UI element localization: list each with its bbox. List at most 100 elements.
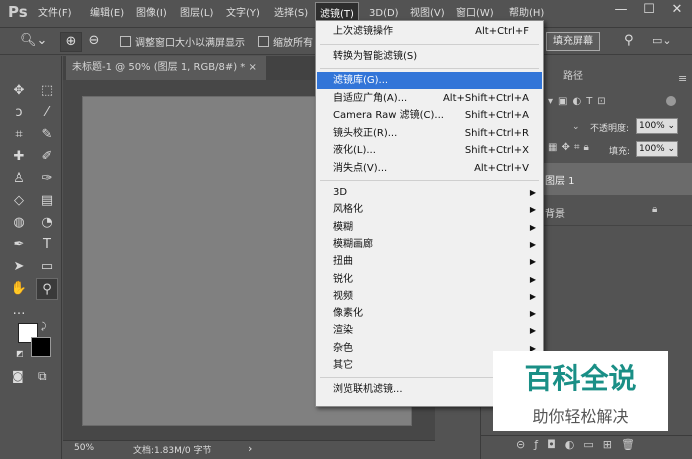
- lock-icon: 🔒︎: [652, 204, 658, 215]
- background-color-swatch[interactable]: [31, 337, 51, 357]
- document-tab-title: 未标题-1 @ 50% (图层 1, RGB/8#) *: [72, 62, 246, 73]
- blur-tool-icon[interactable]: ◍: [8, 212, 30, 234]
- lasso-tool-icon[interactable]: ↄ: [8, 102, 30, 124]
- quick-mask-icon[interactable]: ◙: [12, 369, 24, 383]
- path-select-icon[interactable]: ➤: [8, 256, 30, 278]
- tab-paths[interactable]: 路径: [563, 66, 583, 88]
- filter-submenu-item[interactable]: 模糊 ▶: [317, 219, 542, 236]
- minimize-button[interactable]: —: [608, 0, 634, 22]
- close-tab-icon[interactable]: ×: [248, 62, 256, 73]
- watermark: 百科全说 助你轻松解决: [493, 351, 668, 431]
- default-colors-icon[interactable]: ◩: [16, 349, 24, 358]
- menu-item-label: 消失点(V)...: [333, 162, 388, 174]
- document-tab[interactable]: 未标题-1 @ 50% (图层 1, RGB/8#) * ×: [66, 56, 266, 80]
- zoom-level[interactable]: 50%: [74, 443, 94, 453]
- filter-submenu-item[interactable]: 风格化 ▶: [317, 201, 542, 218]
- menu-2[interactable]: 图像(I): [132, 0, 171, 28]
- menu-item-shortcut: Alt+Ctrl+F: [475, 26, 529, 37]
- filter-submenu-item[interactable]: 渲染 ▶: [317, 322, 542, 339]
- move-tool-icon[interactable]: ✥: [8, 80, 30, 102]
- menu-item-shortcut: Shift+Ctrl+A: [464, 110, 529, 121]
- blend-mode-chevron-icon[interactable]: ⌄: [572, 122, 580, 132]
- submenu-arrow-icon: ▶: [529, 291, 536, 301]
- menu-4[interactable]: 文字(Y): [222, 0, 264, 28]
- filter-toggle-icon[interactable]: [666, 96, 676, 106]
- brush-tool-icon[interactable]: ✐: [36, 146, 58, 168]
- crop-tool-icon[interactable]: ⌗: [8, 124, 30, 146]
- filter-submenu-item[interactable]: 扭曲 ▶: [317, 253, 542, 270]
- menu-item-label: 3D: [333, 187, 348, 198]
- menu-item-label: 上次滤镜操作: [333, 26, 393, 37]
- filter-submenu-item[interactable]: 像素化 ▶: [317, 305, 542, 322]
- filter-menu-item[interactable]: 自适应广角(A)... Alt+Shift+Ctrl+A: [317, 90, 542, 107]
- fill-field[interactable]: 100% ⌄: [636, 141, 678, 157]
- more-tools-icon[interactable]: …: [8, 300, 30, 322]
- panel-menu-icon[interactable]: ≡: [678, 72, 687, 85]
- magic-wand-icon[interactable]: ⁄: [36, 102, 58, 124]
- filter-menu-item[interactable]: 液化(L)... Shift+Ctrl+X: [317, 142, 542, 159]
- history-brush-icon[interactable]: ✑: [36, 168, 58, 190]
- maximize-button[interactable]: ☐: [636, 0, 662, 22]
- filter-menu-item[interactable]: 消失点(V)... Alt+Ctrl+V: [317, 160, 542, 177]
- layer-filter-icons[interactable]: ▾▣◐T⊡: [548, 96, 611, 107]
- search-icon[interactable]: ⚲: [624, 33, 634, 48]
- status-arrow-icon[interactable]: ›: [248, 442, 252, 455]
- screen-mode-icon[interactable]: ⧉: [38, 369, 47, 384]
- resize-windows-checkbox[interactable]: [120, 36, 131, 47]
- filter-menu-item[interactable]: 镜头校正(R)... Shift+Ctrl+R: [317, 125, 542, 142]
- opacity-value: 100%: [639, 121, 665, 131]
- zoom-tool-icon[interactable]: 🔍︎⌄: [20, 33, 47, 48]
- menu-item-shortcut: Alt+Ctrl+V: [474, 162, 529, 174]
- menu-item-label: 模糊: [333, 221, 353, 233]
- filter-menu-item[interactable]: 滤镜库(G)...: [317, 72, 542, 89]
- close-button[interactable]: ✕: [664, 0, 690, 22]
- menu-1[interactable]: 编辑(E): [86, 0, 128, 28]
- menu-separator: [320, 68, 539, 69]
- filter-submenu-item[interactable]: 3D ▶: [317, 184, 542, 201]
- gradient-tool-icon[interactable]: ▤: [36, 190, 58, 212]
- workspace-icon[interactable]: ▭⌄: [652, 34, 672, 47]
- filter-menu-item[interactable]: Camera Raw 滤镜(C)... Shift+Ctrl+A: [317, 107, 542, 124]
- filter-menu-item[interactable]: 上次滤镜操作 Alt+Ctrl+F: [317, 23, 542, 40]
- panel-footer-divider: [481, 435, 692, 436]
- menu-separator: [320, 180, 539, 181]
- eraser-tool-icon[interactable]: ◇: [8, 190, 30, 212]
- lock-icons[interactable]: ▦✥⌗🔒︎: [548, 142, 593, 153]
- hand-tool-icon[interactable]: ✋: [8, 278, 30, 300]
- menu-0[interactable]: 文件(F): [34, 0, 76, 28]
- zoom-in-icon[interactable]: ⊕: [60, 32, 82, 52]
- fill-screen-button[interactable]: 填充屏幕: [546, 32, 600, 51]
- menu-item-label: 液化(L)...: [333, 145, 376, 156]
- zoom-all-checkbox[interactable]: [258, 36, 269, 47]
- layer-footer-icons[interactable]: ⊝ƒ◘◐▭⊞🗑︎: [516, 438, 644, 451]
- filter-submenu-item[interactable]: 模糊画廊 ▶: [317, 236, 542, 253]
- opacity-field[interactable]: 100% ⌄: [636, 118, 678, 134]
- menu-item-label: 杂色: [333, 342, 353, 354]
- menu-item-label: 其它: [333, 360, 353, 371]
- healing-brush-icon[interactable]: ✚: [8, 146, 30, 168]
- zoom-out-icon[interactable]: ⊖: [83, 32, 105, 52]
- menu-3[interactable]: 图层(L): [176, 0, 217, 28]
- eyedropper-icon[interactable]: ✎: [36, 124, 58, 146]
- watermark-title: 百科全说: [524, 362, 637, 395]
- dodge-tool-icon[interactable]: ◔: [36, 212, 58, 234]
- stamp-tool-icon[interactable]: ♙: [8, 168, 30, 190]
- layer-name: 图层 1: [545, 176, 575, 187]
- filter-menu-item[interactable]: 转换为智能滤镜(S): [317, 48, 542, 65]
- pen-tool-icon[interactable]: ✒: [8, 234, 30, 256]
- resize-windows-label: 调整窗口大小以满屏显示: [135, 38, 245, 49]
- shape-tool-icon[interactable]: ▭: [36, 256, 58, 278]
- layer-name: 背景: [545, 209, 565, 220]
- swap-colors-icon[interactable]: ⤸: [41, 322, 46, 332]
- filter-submenu-item[interactable]: 视频 ▶: [317, 288, 542, 305]
- zoom-tool-icon[interactable]: ⚲: [36, 278, 58, 300]
- submenu-arrow-icon: ▶: [529, 257, 536, 267]
- filter-submenu-item[interactable]: 锐化 ▶: [317, 271, 542, 288]
- marquee-tool-icon[interactable]: ⬚: [36, 80, 58, 102]
- menu-5[interactable]: 选择(S): [270, 0, 312, 28]
- filter-menu: 上次滤镜操作 Alt+Ctrl+F 转换为智能滤镜(S) 滤镜库(G)... 自适应广角…: [315, 20, 544, 407]
- menu-item-label: 模糊画廊: [333, 238, 373, 250]
- menu-item-label: 自适应广角(A)...: [333, 92, 408, 104]
- type-tool-icon[interactable]: T: [36, 234, 58, 256]
- photoshop-logo: Ps: [8, 3, 28, 21]
